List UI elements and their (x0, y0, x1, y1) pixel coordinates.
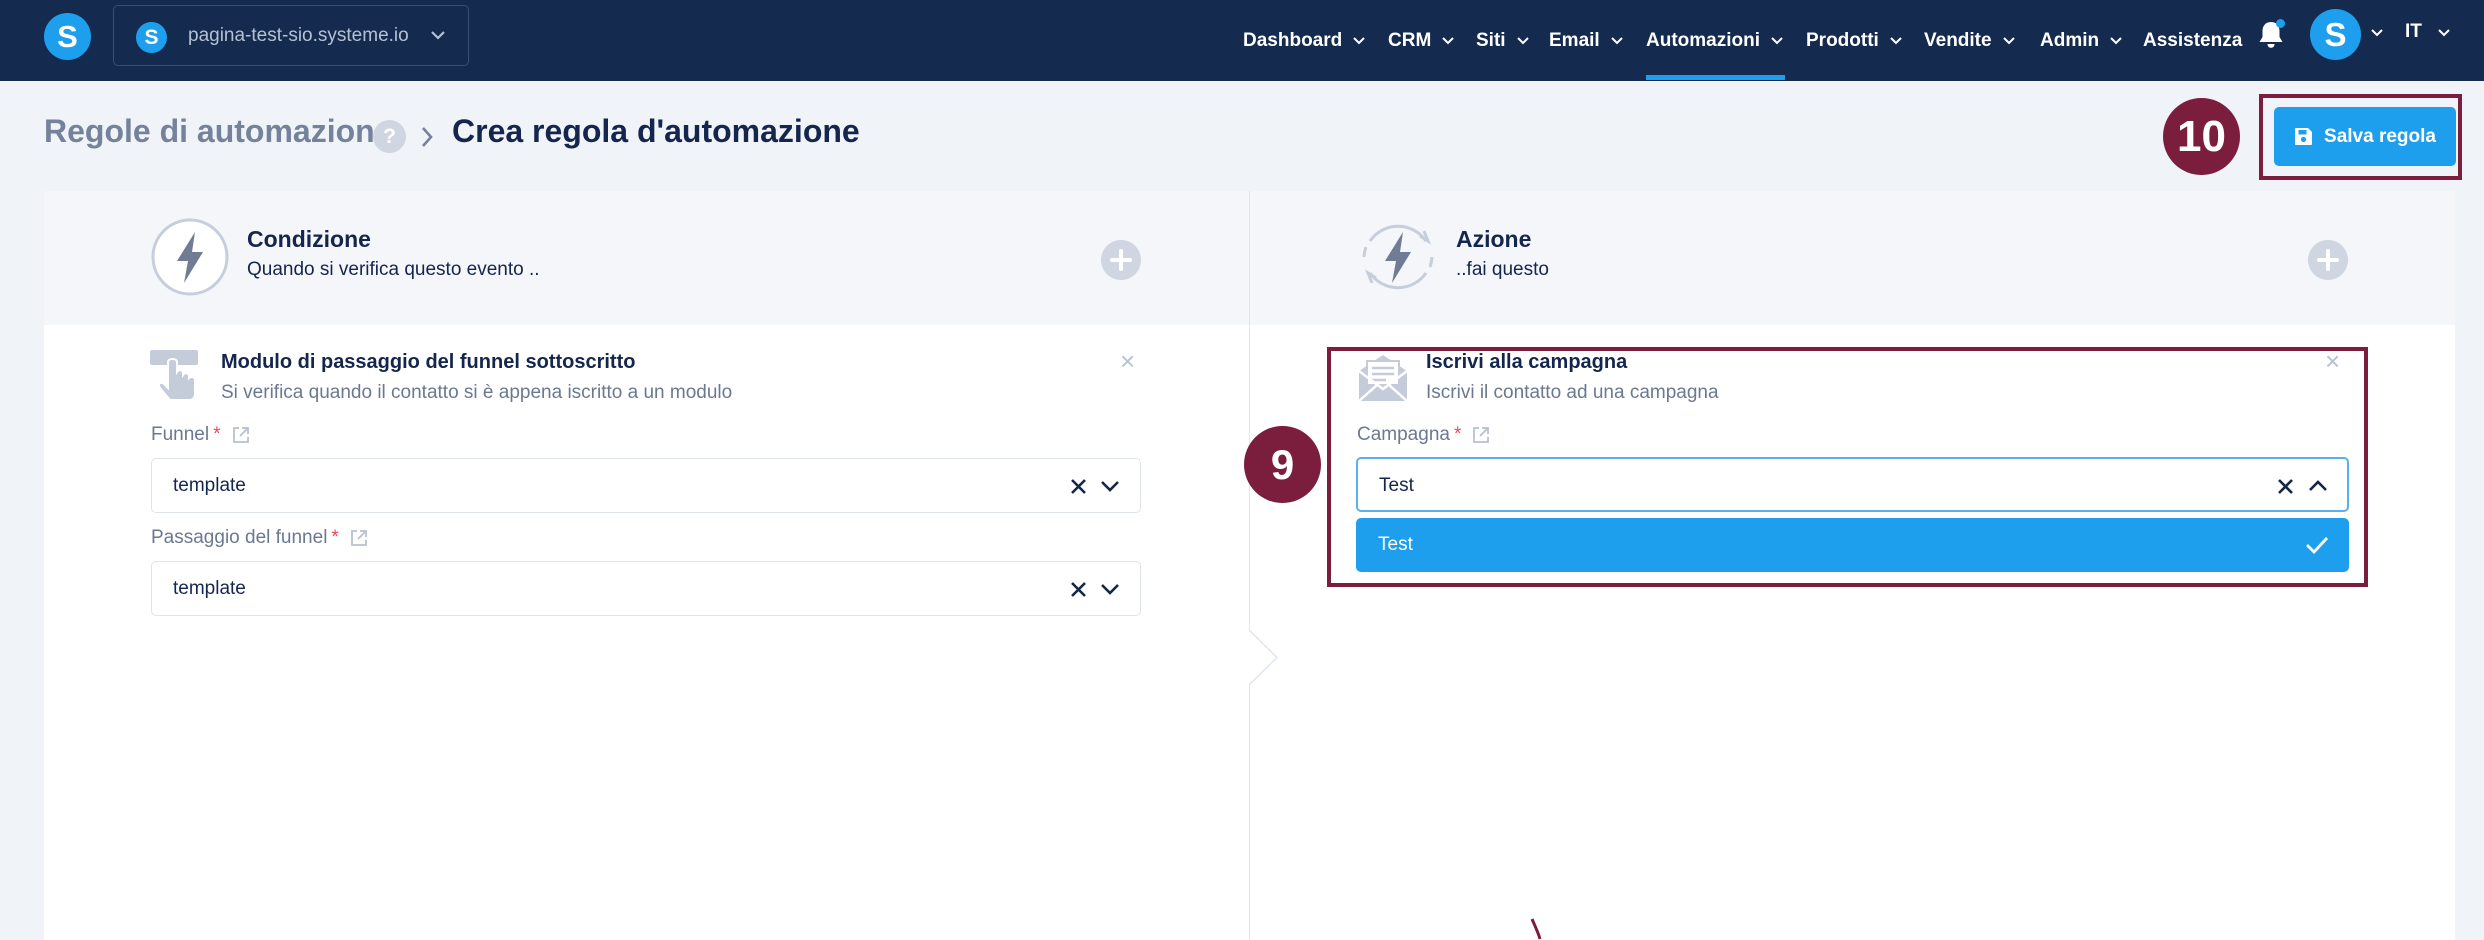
nav-item-email[interactable]: Email (1549, 0, 1624, 81)
remove-condition-button[interactable]: × (1120, 348, 1135, 374)
condition-subtitle: Quando si verifica questo evento .. (247, 259, 540, 280)
nav-label: Prodotti (1806, 29, 1879, 51)
nav-label: Siti (1476, 29, 1506, 51)
nav-item-admin[interactable]: Admin (2040, 0, 2123, 81)
condition-card-subtitle: Si verifica quando il contatto si è appe… (221, 382, 733, 403)
nav-label: Dashboard (1243, 29, 1343, 51)
top-navbar: S S pagina-test-sio.systeme.io Dashboard… (0, 0, 2484, 81)
systeme-logo[interactable]: S (44, 13, 91, 60)
action-subtitle: ..fai questo (1456, 259, 1549, 280)
help-icon[interactable]: ? (373, 120, 406, 153)
funnel-select[interactable]: template (151, 458, 1141, 513)
nav-item-vendite[interactable]: Vendite (1924, 0, 2016, 81)
annotation-badge-10: 10 (2163, 98, 2240, 175)
nav-label: CRM (1388, 29, 1432, 51)
save-rule-label: Salva regola (2324, 125, 2436, 147)
condition-title: Condizione (247, 226, 371, 252)
annotation-badge-9: 9 (1244, 426, 1321, 503)
external-link-icon[interactable] (349, 528, 369, 548)
add-condition-icon[interactable] (1101, 240, 1141, 280)
site-name: pagina-test-sio.systeme.io (188, 25, 409, 46)
nav-item-dashboard[interactable]: Dashboard (1243, 0, 1366, 81)
external-link-icon[interactable] (231, 425, 251, 445)
save-rule-button[interactable]: Salva regola (2274, 107, 2456, 166)
site-logo-icon: S (136, 22, 167, 53)
chevron-down-icon (431, 31, 445, 40)
nav-item-automazioni[interactable]: Automazioni (1646, 0, 1784, 81)
nav-label: Automazioni (1646, 29, 1760, 51)
save-icon (2295, 128, 2313, 145)
required-mark: * (331, 527, 339, 548)
required-mark: * (213, 424, 221, 445)
chevron-down-icon[interactable] (2370, 28, 2384, 38)
panel-connector-arrow (1249, 630, 1279, 685)
chevron-down-icon (1890, 36, 1902, 44)
funnel-step-label: Passaggio del funnel * (151, 527, 369, 549)
nav-item-crm[interactable]: CRM (1388, 0, 1455, 81)
language-selector[interactable]: IT (2405, 0, 2422, 64)
notification-dot (2276, 19, 2285, 28)
chevron-down-icon (1442, 36, 1454, 44)
funnel-label: Funnel * (151, 424, 251, 446)
page-title: Crea regola d'automazione (452, 113, 860, 149)
annotation-highlight-action (1327, 347, 2368, 587)
lightning-cycle-icon (1362, 224, 1434, 290)
lightning-icon (151, 218, 229, 296)
chevron-right-icon (422, 127, 433, 147)
chevron-down-icon (1771, 36, 1783, 44)
breadcrumb-root[interactable]: Regole di automazione (44, 113, 392, 150)
chevron-down-icon[interactable] (1100, 479, 1120, 493)
chevron-down-icon (2110, 36, 2122, 44)
nav-active-indicator (1646, 75, 1785, 80)
action-title: Azione (1456, 226, 1532, 252)
funnel-select-value: template (173, 475, 246, 496)
site-selector[interactable]: S pagina-test-sio.systeme.io (113, 5, 469, 66)
clear-icon[interactable] (1070, 581, 1087, 598)
annotation-stroke (1530, 918, 1542, 940)
nav-label: Email (1549, 29, 1600, 51)
user-avatar[interactable]: S (2310, 9, 2361, 60)
nav-item-siti[interactable]: Siti (1476, 0, 1530, 81)
chevron-down-icon (2002, 36, 2015, 44)
nav-item-prodotti[interactable]: Prodotti (1806, 0, 1903, 81)
chevron-down-icon (1516, 36, 1529, 44)
chevron-down-icon (1353, 36, 1365, 44)
funnel-label-text: Funnel (151, 424, 210, 445)
funnel-step-select-value: template (173, 578, 246, 599)
nav-label: Vendite (1924, 29, 1992, 51)
chevron-down-icon[interactable] (2437, 28, 2451, 38)
condition-card-title: Modulo di passaggio del funnel sottoscri… (221, 351, 636, 373)
nav-label: Assistenza (2143, 29, 2243, 51)
nav-label: Admin (2040, 29, 2100, 51)
clear-icon[interactable] (1070, 478, 1087, 495)
add-action-icon[interactable] (2308, 240, 2348, 280)
funnel-step-select[interactable]: template (151, 561, 1141, 616)
funnel-step-label-text: Passaggio del funnel (151, 527, 328, 548)
chevron-down-icon (1610, 36, 1623, 44)
chevron-down-icon[interactable] (1100, 582, 1120, 596)
nav-item-assistenza[interactable]: Assistenza (2143, 0, 2242, 81)
hand-pointer-icon (150, 350, 198, 401)
